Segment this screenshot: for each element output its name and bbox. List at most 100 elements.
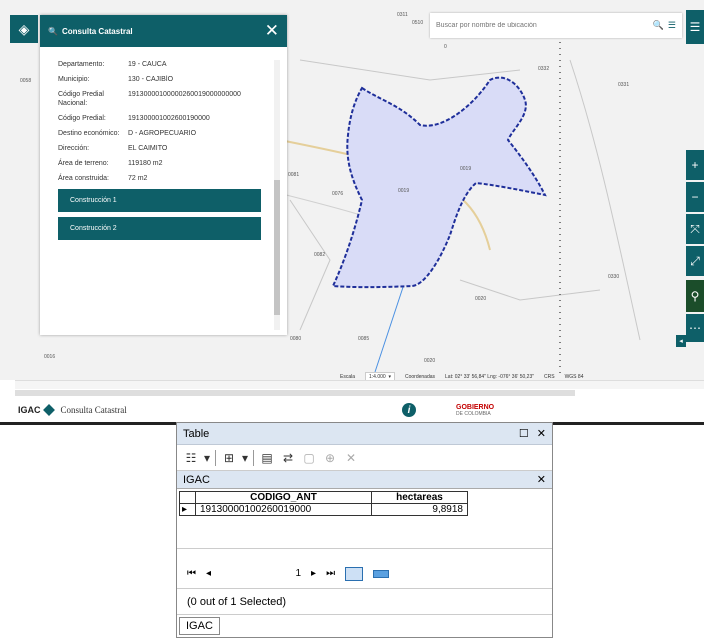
attr-value: 119180 m2 [128,160,163,167]
parcel-label: 0085 [358,336,370,342]
minus-icon: − [691,190,699,204]
consulta-panel: 🔍 Consulta Catastral ✕ Departamento: 19 -… [40,15,287,335]
coords-label: Coordenadas [405,373,436,380]
scrollbar-thumb[interactable] [274,180,280,315]
column-header-hectareas[interactable]: hectareas [371,491,468,504]
map-view[interactable]: 0311 0510 0332 0331 0058 0019 0076 0019 … [0,0,704,380]
chevron-down-icon[interactable]: ▾ [204,451,210,465]
attr-value: 130 - CAJIBÍO [128,76,174,83]
close-icon[interactable]: ✕ [537,473,546,486]
table-options-icon[interactable]: ☷ [183,450,199,466]
location-pin-icon: ⚲ [690,289,700,303]
close-icon[interactable]: ✕ [265,21,279,41]
row-header-corner [179,491,196,504]
locate-button[interactable]: ⚲ [686,280,704,312]
show-all-records-button[interactable] [345,566,364,581]
zoom-in-button[interactable]: + [686,150,704,180]
horizontal-scrollbar[interactable] [15,380,704,389]
attr-row: Destino económico: D - AGROPECUARIO [58,129,280,138]
menu-icon: ☰ [689,20,701,34]
page-number[interactable]: 1 [221,568,301,579]
attr-key: Destino económico: [58,130,120,137]
first-record-icon[interactable]: ⏮ [187,568,196,579]
attr-value: 191300001002600190000 [128,115,210,122]
parcel-line [569,59,641,341]
maximize-icon[interactable]: ☐ [519,427,529,440]
scale-select[interactable]: 1:4.000 ▾ [365,371,395,380]
layers-button[interactable]: ◈ [10,15,38,43]
attr-row: Departamento: 19 - CAUCA [58,60,280,69]
parcel-label: 0331 [618,82,630,88]
attr-value: EL CAIMITO [128,145,168,152]
selection-info: (0 out of 1 Selected) [177,589,552,615]
menu-button[interactable]: ☰ [686,10,704,44]
attr-key: Código Predial: [58,115,106,122]
attr-key: Departamento: [58,61,105,68]
extent-button[interactable]: ⤧ [686,214,704,244]
search-icon: 🔍 [48,26,58,36]
parcel-label: 0020 [424,358,436,364]
scale-label: Escala [340,373,356,380]
table-header-row: CODIGO_ANT hectareas [179,491,468,504]
attr-key: Dirección: [58,145,90,152]
extent-icon: ⤧ [690,221,700,236]
panel-scrollbar[interactable] [274,60,280,330]
table-titlebar: Table ☐ ✕ [177,423,552,445]
collapse-button[interactable]: ◂ [676,335,686,347]
search-input[interactable] [436,22,649,29]
close-icon[interactable]: ✕ [537,427,546,440]
construccion-1-button[interactable]: Construcción 1 [58,189,261,212]
zoom-to-selected-icon[interactable]: ⊕ [322,450,338,466]
column-header-codigo-ant[interactable]: CODIGO_ANT [195,491,372,504]
next-record-icon[interactable]: ▸ [311,568,316,579]
fullscreen-button[interactable]: ⤢ [686,246,704,276]
table-bottom-tab[interactable]: IGAC [179,617,220,635]
panel-title: Consulta Catastral [61,26,133,36]
search-icon[interactable]: 🔍 [653,20,664,31]
igac-logo-icon [42,404,55,416]
switch-selection-icon[interactable]: ⇄ [280,450,296,466]
table-toolbar: ☷ ▾ ⊞ ▾ ▤ ⇄ ▢ ⊕ ✕ [177,445,552,471]
list-icon[interactable]: ☰ [668,20,676,31]
scrollbar-thumb[interactable] [15,390,575,396]
show-selected-records-button[interactable] [373,569,390,578]
scale-value: 1:4.000 [369,373,386,380]
chevron-left-icon: ◂ [679,338,683,345]
parcel-label: 0080 [290,336,302,342]
parcel-label: 0330 [608,274,620,280]
coords-value: Lat: 02° 33' 56,84" Lng: -076° 36' 50,23… [445,373,535,380]
parcel-label: 0020 [475,296,487,302]
separator [215,449,217,466]
table-row[interactable]: ▸ 19130000100260019000 9,8918 [179,503,468,516]
attr-key: Código Predial Nacional: [58,91,104,107]
related-tables-icon[interactable]: ⊞ [221,450,237,466]
row-selector[interactable]: ▸ [179,503,196,516]
cell-codigo-ant: 19130000100260019000 [195,503,372,516]
select-by-attributes-icon[interactable]: ▤ [259,450,275,466]
attr-row: Área de terreno: 119180 m2 [58,159,280,168]
more-button[interactable]: ⋯ [686,314,704,342]
attr-row: Municipio: 130 - CAJIBÍO [58,75,280,84]
gob-subtext: DE COLOMBIA [456,410,491,417]
attr-row: Dirección: EL CAIMITO [58,144,280,153]
zoom-out-button[interactable]: − [686,182,704,212]
selected-parcel[interactable] [331,76,547,289]
table-window: Table ☐ ✕ ☷ ▾ ⊞ ▾ ▤ ⇄ ▢ ⊕ ✕ IGAC ✕ CODIGO_… [176,422,553,638]
last-record-icon[interactable]: ⏭ [326,568,335,579]
attr-value: D - AGROPECUARIO [128,130,197,137]
cell-hectareas: 9,8918 [371,503,468,516]
chevron-down-icon[interactable]: ▾ [242,451,248,465]
clear-selection-icon[interactable]: ▢ [301,450,317,466]
separator [253,449,255,466]
parcel-label: 0332 [538,66,550,72]
table-tab-header: IGAC ✕ [177,471,552,489]
attr-value: 72 m2 [128,175,148,182]
attr-row: Código Predial Nacional: 1913000010000026… [58,90,280,108]
construccion-2-button[interactable]: Construcción 2 [58,217,261,240]
parcel-label: 0081 [288,172,300,178]
previous-record-icon[interactable]: ◂ [206,568,211,579]
info-icon[interactable]: i [402,403,416,417]
attribute-grid: CODIGO_ANT hectareas ▸ 19130000100260019… [177,489,552,549]
delete-selected-icon[interactable]: ✕ [343,450,359,466]
attr-row: Código Predial: 191300001002600190000 [58,114,280,123]
